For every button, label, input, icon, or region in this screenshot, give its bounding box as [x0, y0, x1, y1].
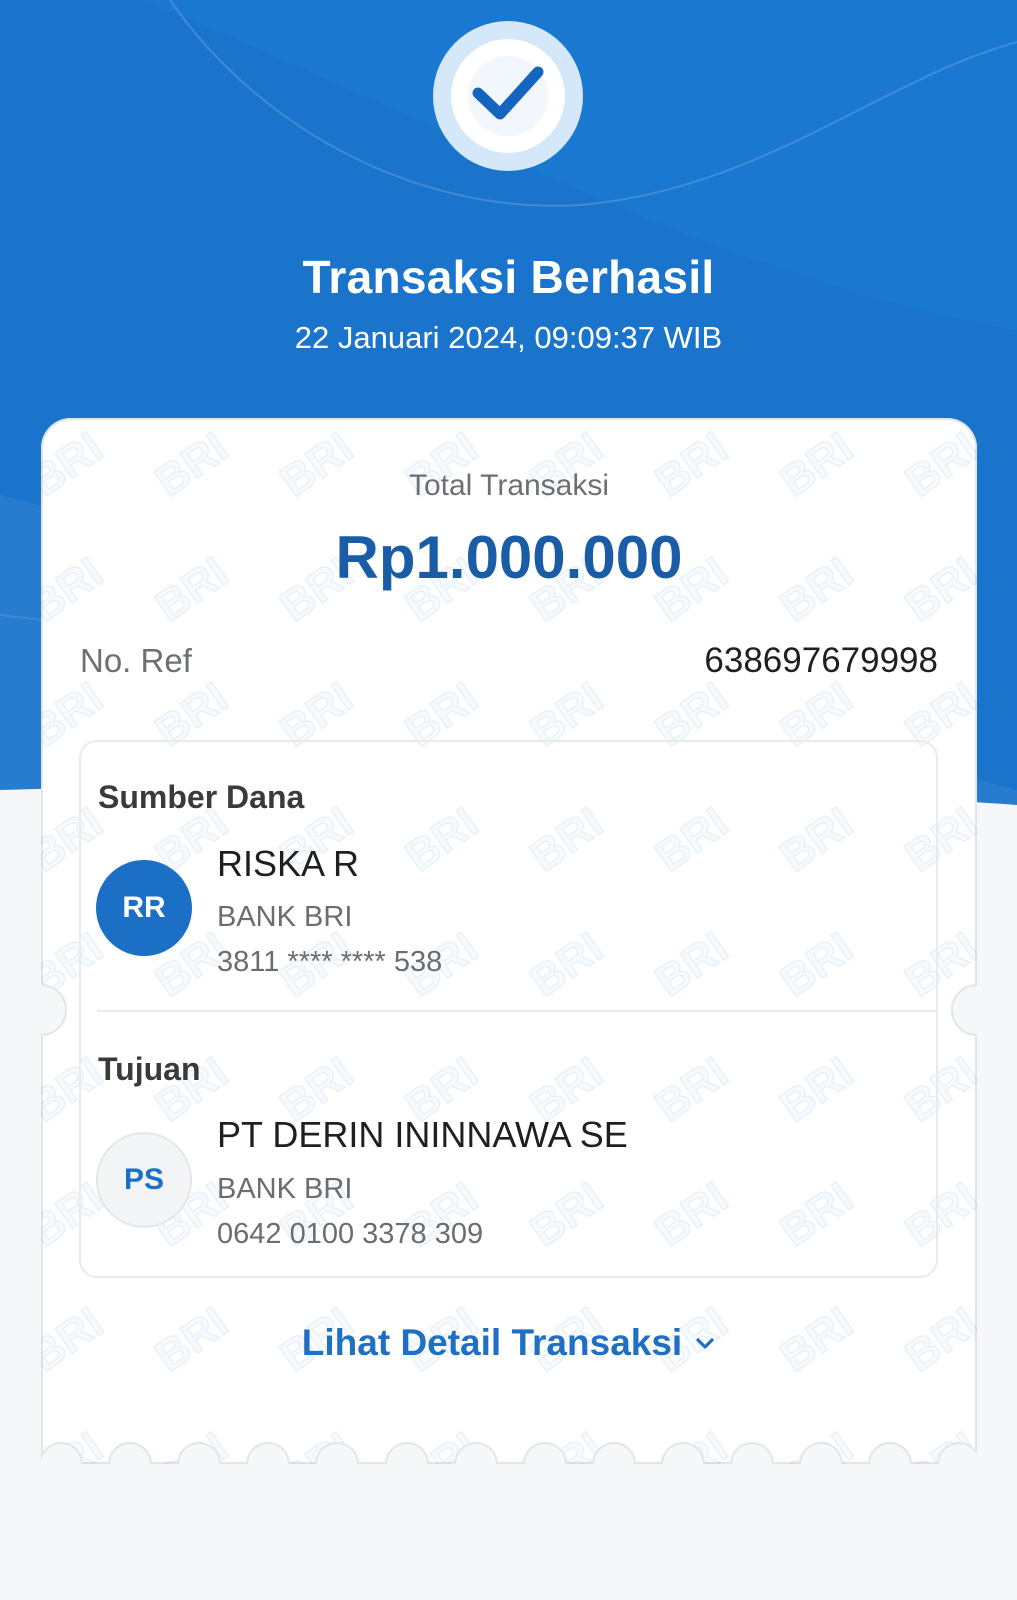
destination-avatar: PS — [96, 1132, 192, 1228]
view-detail-label: Lihat Detail Transaksi — [301, 1322, 683, 1363]
scallop — [246, 1442, 291, 1464]
source-avatar: RR — [96, 860, 192, 956]
source-section-label: Sumber Dana — [98, 779, 305, 815]
chevron-down-icon — [696, 1338, 714, 1349]
parties-box: Sumber Dana RR RISKA R BANK BRI 3811 ***… — [79, 740, 938, 1278]
total-label: Total Transaksi — [408, 469, 610, 502]
scallop — [730, 1442, 774, 1464]
total-amount: Rp1.000.000 — [335, 524, 683, 591]
scallop — [384, 1442, 429, 1464]
scallop — [591, 1442, 636, 1464]
scallop — [108, 1442, 153, 1464]
ticket-notch-left — [41, 984, 67, 1036]
destination-account: 0642 0100 3378 309 — [217, 1218, 484, 1250]
destination-bank: BANK BRI — [217, 1173, 353, 1205]
divider — [97, 1010, 938, 1012]
scallop — [660, 1442, 705, 1464]
destination-initials: PS — [123, 1163, 165, 1196]
scallop — [868, 1442, 913, 1464]
transaction-datetime: 22 Januari 2024, 09:09:37 WIB — [294, 320, 723, 355]
ref-value: 638697679998 — [704, 641, 938, 680]
source-bank: BANK BRI — [217, 901, 353, 933]
receipt-card: BRI BRI BRI BRI BRI BRI BRI BRI BRI BRI BRI BRI BRI B… — [41, 418, 977, 1464]
ref-label: No. Ref — [80, 642, 192, 679]
page-title: Transaksi Berhasil — [302, 251, 715, 303]
destination-name: PT DERIN ININNAWA SE — [217, 1114, 628, 1155]
scallop — [177, 1442, 222, 1464]
view-detail-link[interactable]: Lihat Detail Transaksi — [41, 1321, 977, 1365]
scallop — [41, 1442, 83, 1464]
scallop — [453, 1442, 498, 1464]
check-icon — [433, 21, 583, 171]
scallop — [522, 1442, 567, 1464]
destination-section-label: Tujuan — [98, 1051, 201, 1087]
source-initials: RR — [122, 891, 166, 924]
scallop — [315, 1442, 360, 1464]
source-account: 3811 **** **** 538 — [217, 946, 443, 978]
scallop — [937, 1442, 977, 1464]
scallop — [799, 1442, 844, 1464]
source-name: RISKA R — [217, 843, 360, 884]
ticket-notch-right — [951, 984, 977, 1036]
